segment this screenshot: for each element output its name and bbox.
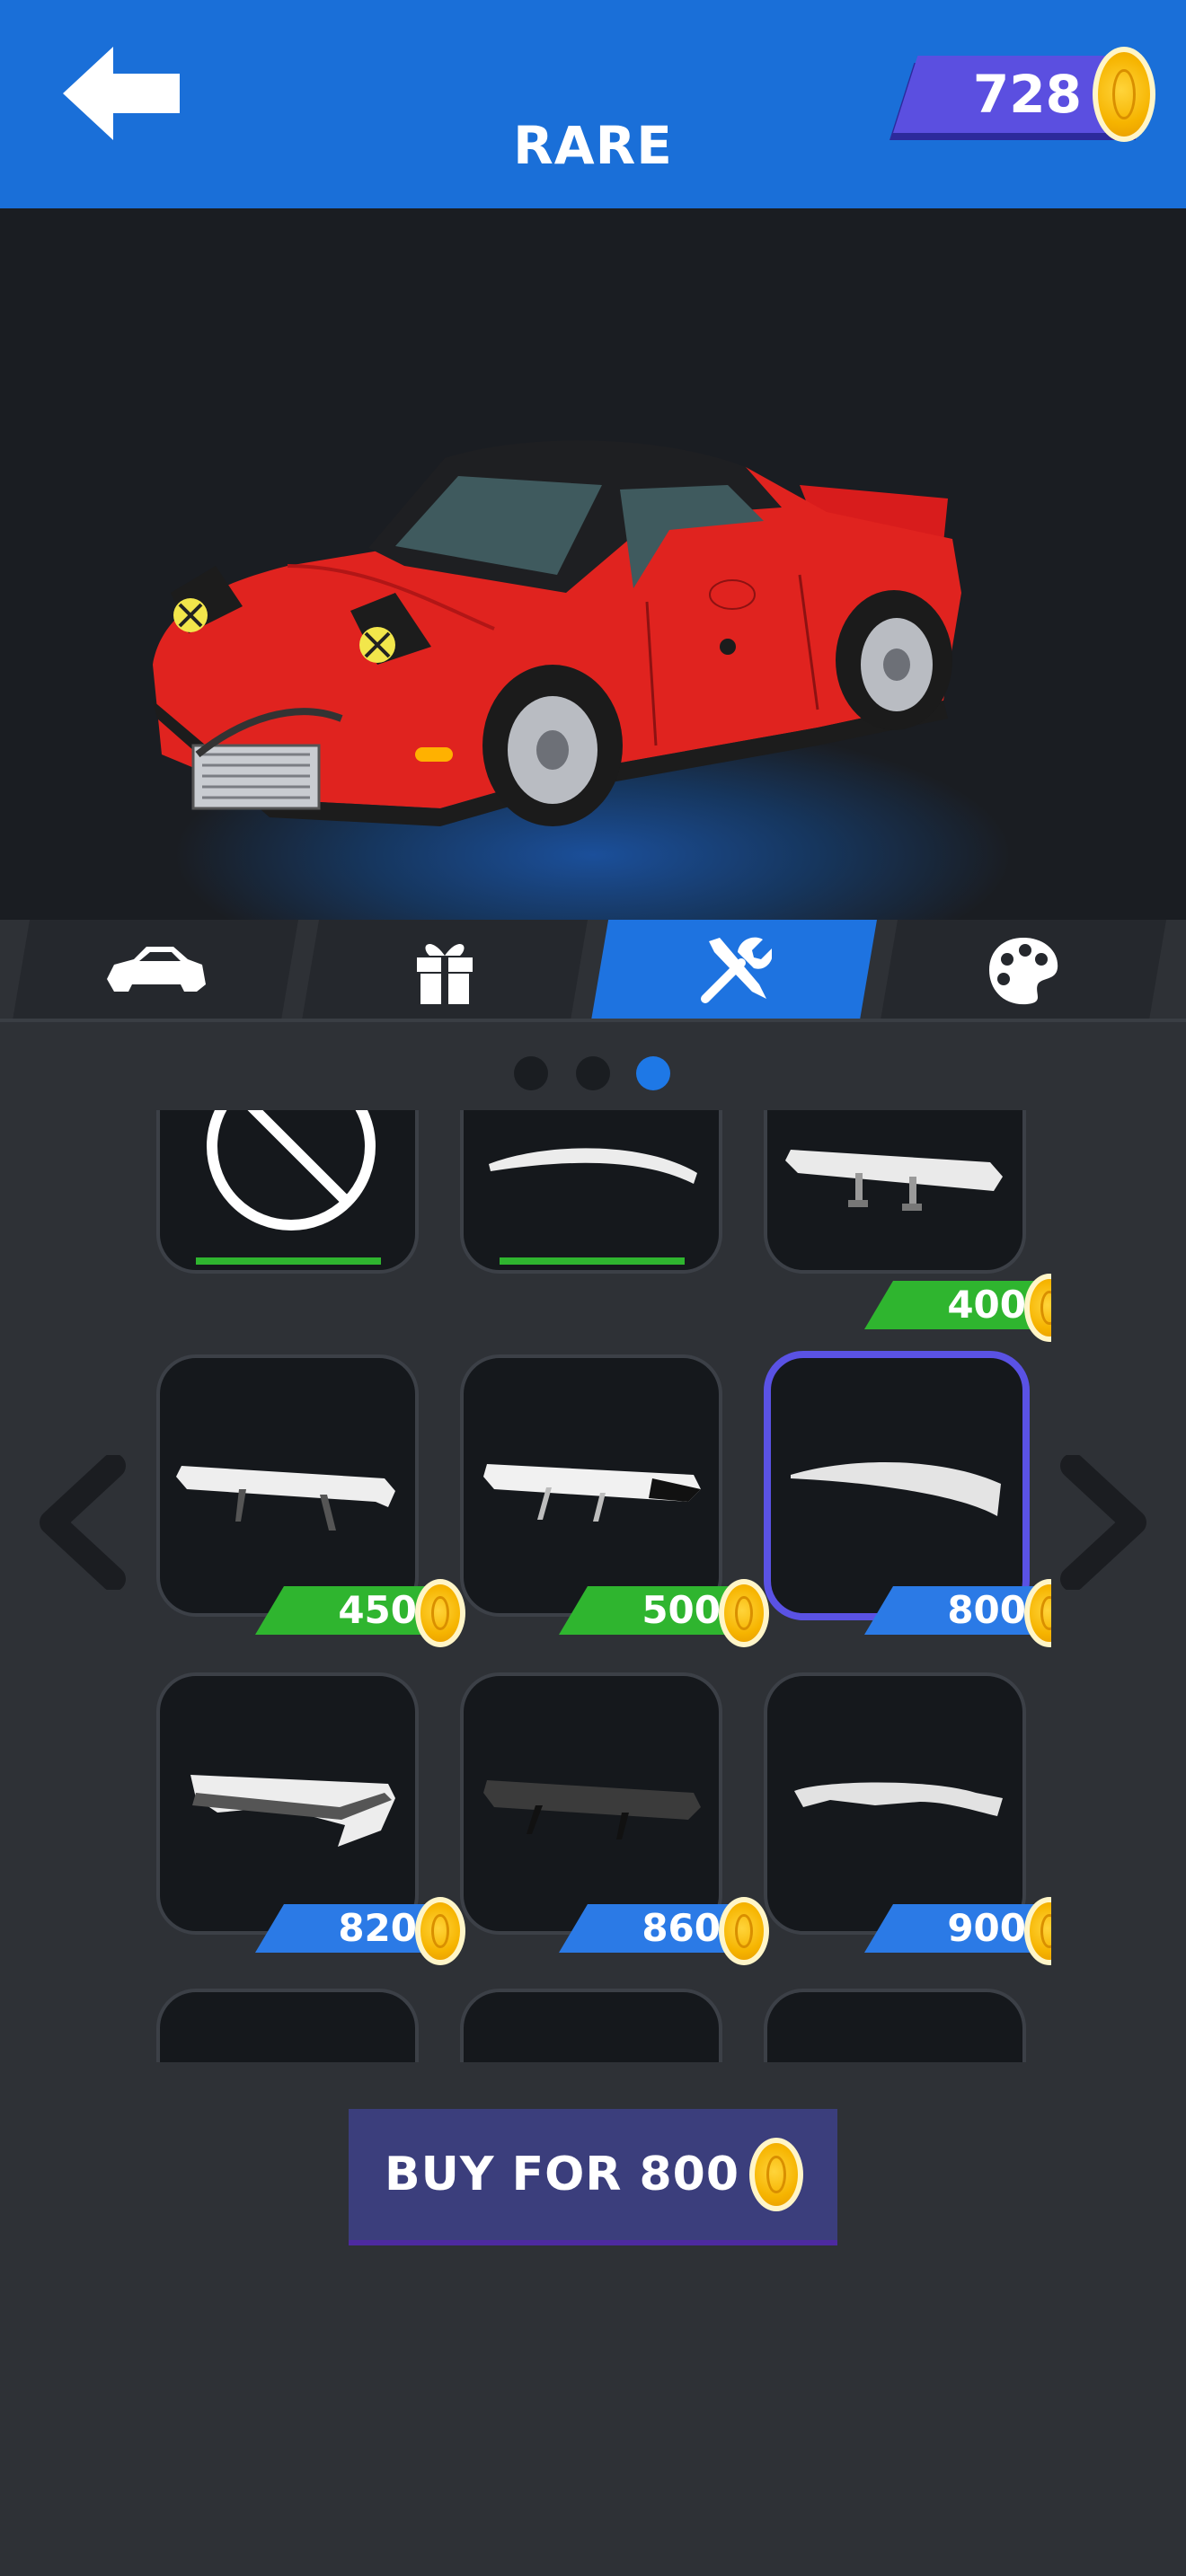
- price-tag-900: 900: [864, 1897, 1051, 1965]
- lip-spoiler-icon: [489, 1148, 697, 1184]
- price-tag-860: 860: [559, 1897, 774, 1965]
- coin-icon: [719, 1897, 769, 1965]
- part-tile-wing-500[interactable]: [460, 1354, 722, 1617]
- car-preview[interactable]: [135, 431, 970, 853]
- coin-icon: [1093, 47, 1155, 142]
- gift-icon: [417, 943, 473, 1004]
- page-dot-1[interactable]: [514, 1056, 548, 1090]
- coin-balance-value: 728: [972, 64, 1082, 125]
- tab-gift[interactable]: [302, 920, 588, 1020]
- no-spoiler-icon: [207, 1110, 376, 1231]
- price-tag-820: 820: [255, 1897, 471, 1965]
- coin-icon: [415, 1579, 465, 1647]
- part-tile-wing-860[interactable]: [460, 1672, 722, 1935]
- tools-icon: [701, 937, 772, 1003]
- buy-button-label: BUY FOR 800: [385, 2148, 740, 2201]
- gt-wing-icon: [785, 1150, 1003, 1211]
- parts-grid[interactable]: 400 450 500 800 820 860 900: [135, 1110, 1051, 2062]
- owned-indicator: [196, 1257, 381, 1265]
- palette-icon: [989, 938, 1058, 1005]
- part-tile-lip[interactable]: [460, 1110, 722, 1274]
- coin-icon: [719, 1579, 769, 1647]
- price-tag-450: 450: [255, 1579, 471, 1647]
- price-tag-500: 500: [559, 1579, 774, 1647]
- car-icon: [107, 947, 206, 992]
- part-tile-wing-450[interactable]: [156, 1354, 419, 1617]
- coin-balance: 728: [890, 47, 1155, 142]
- gt-wing-icon: [176, 1466, 395, 1531]
- gt-wing-dark-icon: [483, 1464, 701, 1522]
- tab-car[interactable]: [13, 920, 298, 1020]
- tab-paint[interactable]: [881, 920, 1166, 1020]
- double-wing-icon: [190, 1775, 395, 1847]
- part-tile-ducktail-900[interactable]: [764, 1672, 1026, 1935]
- owned-indicator: [500, 1257, 685, 1265]
- category-tabs: [0, 920, 1186, 1020]
- part-tile[interactable]: [460, 1989, 722, 2062]
- buy-button[interactable]: BUY FOR 800: [349, 2109, 837, 2245]
- part-tile-double-wing-820[interactable]: [156, 1672, 419, 1935]
- part-tile[interactable]: [156, 1989, 419, 2062]
- ducktail-spoiler-icon: [794, 1782, 1003, 1816]
- ducktail-spoiler-icon: [791, 1462, 1001, 1516]
- top-bar: RARE 728: [0, 0, 1186, 208]
- tab-tools[interactable]: [591, 920, 877, 1020]
- part-tile[interactable]: [764, 1989, 1026, 2062]
- gt-wing-dark-icon: [483, 1780, 701, 1839]
- part-tile-none[interactable]: [156, 1110, 419, 1274]
- part-tile-ducktail-800[interactable]: [764, 1351, 1030, 1620]
- coin-icon: [749, 2138, 803, 2211]
- price-tag-400: 400: [864, 1274, 1051, 1342]
- part-tile-wing-400[interactable]: [764, 1110, 1026, 1274]
- coin-icon: [415, 1897, 465, 1965]
- price-tag-800: 800: [864, 1579, 1051, 1647]
- page-dot-2[interactable]: [576, 1056, 610, 1090]
- page-dot-3[interactable]: [636, 1056, 670, 1090]
- next-arrow-icon[interactable]: [1055, 1455, 1154, 1590]
- previous-arrow-icon[interactable]: [32, 1455, 131, 1590]
